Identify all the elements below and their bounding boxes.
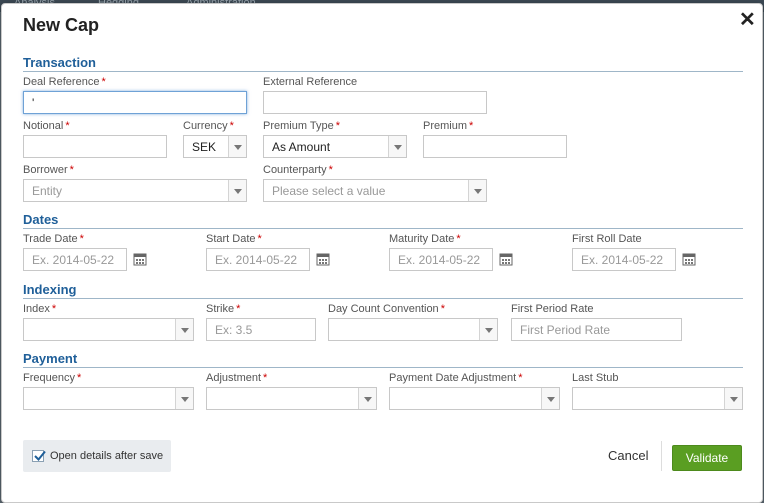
section-dates: Dates: [23, 212, 59, 227]
index-label: Index *: [23, 303, 57, 315]
premium-type-select[interactable]: As Amount: [263, 135, 407, 158]
last-stub-label: Last Stub: [572, 372, 619, 384]
strike-input[interactable]: Ex: 3.5: [206, 318, 316, 341]
premium-input[interactable]: [423, 135, 567, 158]
payment-date-adjustment-label: Payment Date Adjustment *: [389, 372, 523, 384]
calendar-icon[interactable]: [316, 252, 330, 266]
frequency-select[interactable]: [23, 387, 194, 410]
first-roll-date-input[interactable]: Ex. 2014-05-22: [572, 248, 676, 271]
section-divider: [23, 367, 743, 368]
new-cap-dialog: New Cap ✕ Transaction Deal Reference * ' …: [1, 3, 763, 503]
payment-date-adjustment-select[interactable]: [389, 387, 560, 410]
validate-button[interactable]: Validate: [672, 445, 742, 471]
trade-date-label: Trade Date *: [23, 233, 84, 245]
chevron-down-icon: [541, 388, 559, 409]
external-reference-input[interactable]: [263, 91, 487, 114]
open-details-checkbox[interactable]: [32, 450, 46, 462]
trade-date-input[interactable]: Ex. 2014-05-22: [23, 248, 127, 271]
chevron-down-icon: [468, 180, 486, 201]
borrower-placeholder: Entity: [32, 184, 63, 198]
counterparty-select[interactable]: Please select a value: [263, 179, 487, 202]
chevron-down-icon: [724, 388, 742, 409]
chevron-down-icon: [479, 319, 497, 340]
deal-reference-label: Deal Reference *: [23, 76, 106, 88]
currency-value: SEK: [192, 140, 217, 154]
chevron-down-icon: [388, 136, 406, 157]
maturity-date-label: Maturity Date *: [389, 233, 461, 245]
chevron-down-icon: [228, 136, 246, 157]
checkmark-icon: [34, 450, 46, 461]
strike-label: Strike *: [206, 303, 241, 315]
premium-type-label: Premium Type *: [263, 120, 340, 132]
borrower-select[interactable]: Entity: [23, 179, 247, 202]
chevron-down-icon: [358, 388, 376, 409]
first-period-rate-input[interactable]: First Period Rate: [511, 318, 682, 341]
section-transaction: Transaction: [23, 55, 96, 70]
premium-label: Premium *: [423, 120, 474, 132]
calendar-icon[interactable]: [133, 252, 147, 266]
chevron-down-icon: [228, 180, 246, 201]
frequency-label: Frequency *: [23, 372, 82, 384]
day-count-convention-label: Day Count Convention *: [328, 303, 445, 315]
index-select[interactable]: [23, 318, 194, 341]
section-payment: Payment: [23, 351, 78, 366]
calendar-icon[interactable]: [499, 252, 513, 266]
calendar-icon[interactable]: [682, 252, 696, 266]
start-date-input[interactable]: Ex. 2014-05-22: [206, 248, 310, 271]
start-date-label: Start Date *: [206, 233, 262, 245]
deal-reference-input[interactable]: ': [23, 91, 247, 114]
premium-type-value: As Amount: [272, 140, 331, 154]
currency-select[interactable]: SEK: [183, 135, 247, 158]
borrower-label: Borrower *: [23, 164, 74, 176]
open-details-option[interactable]: Open details after save: [23, 440, 171, 472]
section-divider: [23, 228, 743, 229]
maturity-date-input[interactable]: Ex. 2014-05-22: [389, 248, 493, 271]
adjustment-select[interactable]: [206, 387, 377, 410]
last-stub-select[interactable]: [572, 387, 743, 410]
day-count-convention-select[interactable]: [328, 318, 498, 341]
dialog-title: New Cap: [23, 15, 100, 35]
notional-input[interactable]: [23, 135, 167, 158]
chevron-down-icon: [175, 319, 193, 340]
footer-divider: [661, 441, 662, 471]
notional-label: Notional *: [23, 120, 70, 132]
chevron-down-icon: [175, 388, 193, 409]
external-reference-label: External Reference: [263, 76, 358, 88]
close-icon[interactable]: ✕: [739, 7, 756, 32]
counterparty-label: Counterparty *: [263, 164, 333, 176]
section-divider: [23, 298, 743, 299]
counterparty-placeholder: Please select a value: [272, 184, 386, 198]
section-divider: [23, 71, 743, 72]
first-period-rate-label: First Period Rate: [511, 303, 594, 315]
first-roll-date-label: First Roll Date: [572, 233, 642, 245]
section-indexing: Indexing: [23, 282, 77, 297]
adjustment-label: Adjustment *: [206, 372, 268, 384]
currency-label: Currency *: [183, 120, 234, 132]
cancel-button[interactable]: Cancel: [608, 448, 648, 463]
open-details-label: Open details after save: [50, 450, 164, 462]
